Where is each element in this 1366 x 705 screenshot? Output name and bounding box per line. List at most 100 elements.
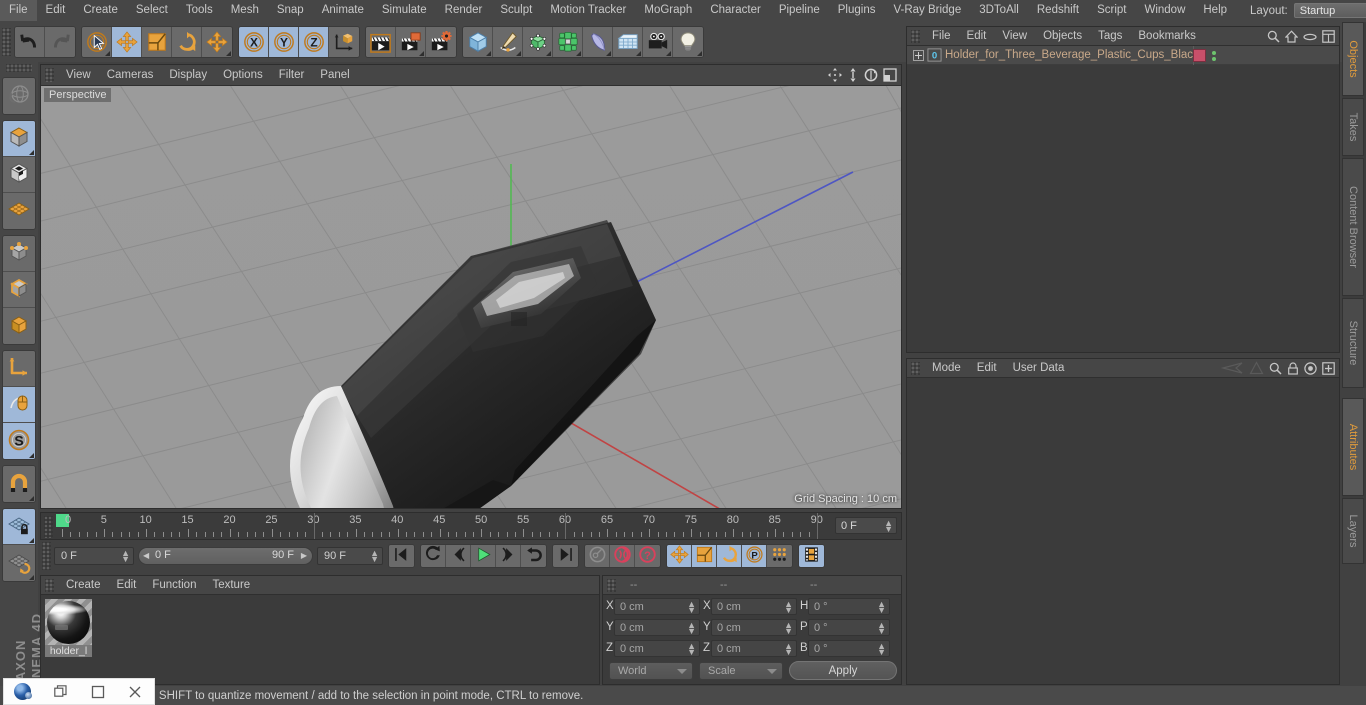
menu-window[interactable]: Window xyxy=(1135,0,1194,21)
attributes-menu-user-data[interactable]: User Data xyxy=(1005,359,1073,378)
viewport-solo-button[interactable] xyxy=(3,387,35,423)
add-camera-button[interactable] xyxy=(643,26,673,57)
range-left-arrow-icon[interactable]: ◀ xyxy=(143,551,149,560)
spinner-icon[interactable]: ▲ ▼ xyxy=(877,599,886,614)
add-generator-button[interactable] xyxy=(523,26,553,57)
dock-tab-attributes[interactable]: Attributes xyxy=(1342,398,1364,496)
layout-dropdown[interactable]: Startup xyxy=(1293,3,1366,18)
spinner-icon[interactable]: ▲ ▼ xyxy=(370,549,379,564)
object-mode-button[interactable] xyxy=(3,121,35,157)
lock-z-axis-button[interactable]: Z xyxy=(299,26,329,57)
spinner-icon[interactable]: ▲ ▼ xyxy=(877,620,886,635)
undo-button[interactable] xyxy=(15,26,45,57)
dock-tab-structure[interactable]: Structure xyxy=(1342,298,1364,388)
add-primitive-button[interactable] xyxy=(463,26,493,57)
search-icon[interactable] xyxy=(1267,30,1280,46)
menu-animate[interactable]: Animate xyxy=(313,0,373,21)
menu-character[interactable]: Character xyxy=(701,0,770,21)
size-field[interactable]: 0 cm ▲ ▼ xyxy=(711,597,797,615)
redo-button[interactable] xyxy=(45,26,75,57)
spinner-icon[interactable]: ▲ ▼ xyxy=(877,641,886,656)
menu-file[interactable]: File xyxy=(0,0,37,21)
rotation-field[interactable]: 0 ° ▲ ▼ xyxy=(808,597,890,615)
visibility-dots[interactable] xyxy=(1212,50,1216,61)
rotate-tool[interactable] xyxy=(172,26,202,57)
go-to-start-button[interactable] xyxy=(389,545,414,567)
attributes-manager-grip[interactable] xyxy=(911,361,920,375)
lock-icon[interactable] xyxy=(1287,361,1299,378)
rotate-icon[interactable] xyxy=(864,68,878,85)
menu-select[interactable]: Select xyxy=(127,0,177,21)
dock-tab-content-browser[interactable]: Content Browser xyxy=(1342,158,1364,296)
menu-motion-tracker[interactable]: Motion Tracker xyxy=(541,0,635,21)
left-toolbar-grip[interactable] xyxy=(6,64,32,72)
timeline-grip[interactable] xyxy=(44,516,53,538)
rotation-key-button[interactable] xyxy=(717,545,742,567)
object-tree-row[interactable]: 0 Holder_for_Three_Beverage_Plastic_Cups_… xyxy=(907,46,1339,65)
move-tool[interactable] xyxy=(112,26,142,57)
points-mode-button[interactable] xyxy=(3,236,35,272)
size-field[interactable]: 0 cm ▲ ▼ xyxy=(711,639,797,657)
record-active-objects-button[interactable] xyxy=(585,545,610,567)
rotation-field[interactable]: 0 ° ▲ ▼ xyxy=(808,639,890,657)
menu-edit[interactable]: Edit xyxy=(37,0,75,21)
attributes-menu-edit[interactable]: Edit xyxy=(969,359,1005,378)
menu-snap[interactable]: Snap xyxy=(268,0,313,21)
live-selection-tool[interactable] xyxy=(82,26,112,57)
step-forward-button[interactable] xyxy=(496,545,521,567)
target-icon[interactable] xyxy=(1304,361,1317,378)
menu-mograph[interactable]: MoGraph xyxy=(635,0,701,21)
object-manager-grip[interactable] xyxy=(911,29,920,43)
enable-axis-modification-button[interactable] xyxy=(3,351,35,387)
nav-back-icon[interactable] xyxy=(1220,361,1244,378)
position-field[interactable]: 0 cm ▲ ▼ xyxy=(614,639,700,657)
coordinates-manager-grip[interactable] xyxy=(607,578,616,592)
scale-key-button[interactable] xyxy=(692,545,717,567)
object-menu-tags[interactable]: Tags xyxy=(1090,27,1130,46)
object-tree[interactable]: 0 Holder_for_Three_Beverage_Plastic_Cups_… xyxy=(907,46,1339,65)
position-key-button[interactable] xyxy=(667,545,692,567)
transport-grip[interactable] xyxy=(42,542,51,570)
menu-script[interactable]: Script xyxy=(1088,0,1135,21)
spinner-icon[interactable]: ▲ ▼ xyxy=(784,641,793,656)
apply-button[interactable]: Apply xyxy=(789,661,897,680)
viewport-menu-options[interactable]: Options xyxy=(215,65,271,86)
menu-simulate[interactable]: Simulate xyxy=(373,0,436,21)
lock-workplane-button[interactable] xyxy=(3,509,35,545)
menu-render[interactable]: Render xyxy=(436,0,492,21)
viewport-menu-panel[interactable]: Panel xyxy=(312,65,357,86)
spinner-icon[interactable]: ▲ ▼ xyxy=(884,519,893,534)
viewport-canvas[interactable]: Perspective Grid Spacing : 10 cm xyxy=(41,86,901,508)
step-back-button[interactable] xyxy=(446,545,471,567)
range-start-field[interactable]: 0 F ▲ ▼ xyxy=(54,547,134,565)
lock-x-axis-button[interactable]: X xyxy=(239,26,269,57)
menu-pipeline[interactable]: Pipeline xyxy=(770,0,829,21)
material-manager-grip[interactable] xyxy=(45,578,54,592)
viewport-grip[interactable] xyxy=(45,68,54,82)
spinner-icon[interactable]: ▲ ▼ xyxy=(784,599,793,614)
point-level-animation-button[interactable] xyxy=(767,545,792,567)
render-region-button[interactable] xyxy=(396,26,426,57)
coordinate-system-dropdown[interactable]: World xyxy=(609,661,693,680)
render-settings-button[interactable] xyxy=(426,26,456,57)
object-menu-objects[interactable]: Objects xyxy=(1035,27,1090,46)
add-environment-button[interactable] xyxy=(613,26,643,57)
position-field[interactable]: 0 cm ▲ ▼ xyxy=(614,597,700,615)
position-field[interactable]: 0 cm ▲ ▼ xyxy=(614,618,700,636)
material-menu-create[interactable]: Create xyxy=(58,576,109,595)
home-icon[interactable] xyxy=(1284,30,1299,46)
attributes-menu-mode[interactable]: Mode xyxy=(924,359,969,378)
coordinate-system-button[interactable] xyxy=(329,26,359,57)
spinner-icon[interactable]: ▲ ▼ xyxy=(687,641,696,656)
layout-icon[interactable] xyxy=(1322,30,1335,46)
add-deformer-button[interactable] xyxy=(583,26,613,57)
timeline-button[interactable] xyxy=(799,545,824,567)
nav-forward-icon[interactable] xyxy=(1249,361,1264,378)
object-menu-view[interactable]: View xyxy=(994,27,1035,46)
timeline-current-frame-field[interactable]: 0 F ▲ ▼ xyxy=(835,517,897,534)
free-move-tool[interactable] xyxy=(202,26,232,57)
menu-v-ray-bridge[interactable]: V-Ray Bridge xyxy=(884,0,970,21)
preview-range-slider[interactable]: ◀ 0 F 90 F ▶ xyxy=(138,547,313,565)
menu-sculpt[interactable]: Sculpt xyxy=(491,0,541,21)
snap-settings-button[interactable]: S xyxy=(3,423,35,459)
